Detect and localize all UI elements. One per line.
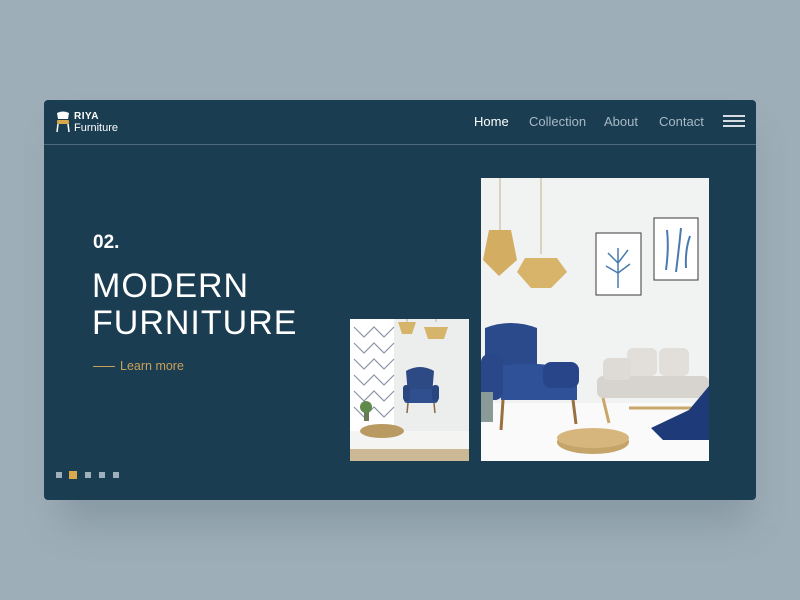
interior-photo-large: [481, 178, 709, 461]
nav-collection[interactable]: Collection: [529, 114, 586, 130]
brand-logo[interactable]: RIYA Furniture: [55, 110, 145, 136]
hero-title-line1: MODERN: [92, 267, 250, 305]
top-navbar: RIYA Furniture Home Collection About Con…: [44, 100, 756, 145]
brand-name-line2: Furniture: [74, 122, 119, 134]
interior-photo-small: [350, 319, 469, 461]
nav-about[interactable]: About: [604, 114, 638, 130]
chair-logo-icon: [56, 111, 70, 133]
nav-contact[interactable]: Contact: [659, 114, 704, 130]
slide-number: 02.: [93, 232, 120, 253]
learn-more-dash: [93, 365, 115, 367]
hero-title-line2: FURNITURE: [92, 304, 298, 342]
slider-dot-5[interactable]: [113, 472, 119, 478]
slider-dot-4[interactable]: [99, 472, 105, 478]
learn-more-label: Learn more: [120, 359, 184, 373]
learn-more-link[interactable]: Learn more: [93, 358, 184, 374]
brand-name-line1: RIYA: [74, 111, 99, 122]
slider-dot-1[interactable]: [56, 472, 62, 478]
website-panel: RIYA Furniture Home Collection About Con…: [44, 100, 756, 500]
slider-dot-3[interactable]: [85, 472, 91, 478]
nav-home[interactable]: Home: [474, 114, 509, 130]
slider-dot-2[interactable]: [69, 471, 77, 479]
hero-title: MODERN FURNITURE: [92, 268, 297, 342]
hamburger-menu-icon[interactable]: [723, 115, 745, 129]
